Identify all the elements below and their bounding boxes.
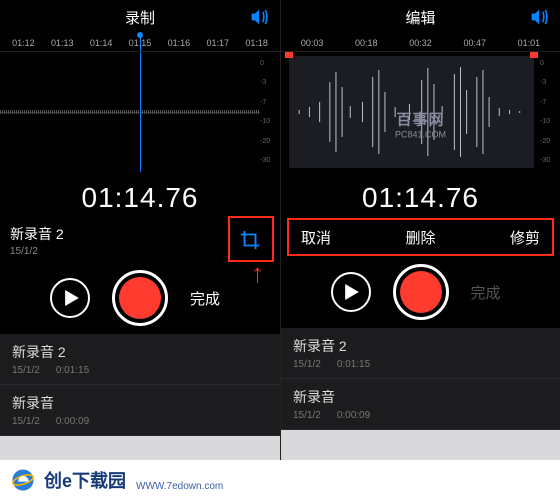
screen-title: 录制 [125,7,155,28]
done-button: 完成 [471,282,511,303]
trim-handle-left[interactable] [285,52,293,58]
waveform-area[interactable]: 百事网 PC841.COM 0 -3 -7 -10 -20 -30 [281,52,560,172]
done-button[interactable]: 完成 [190,288,230,309]
screen-title: 编辑 [405,7,435,28]
waveform-area[interactable]: 0 -3 -7 -10 -20 -30 [0,52,280,172]
timeline-ruler[interactable]: 00:03 00:18 00:32 00:47 01:01 [281,34,560,52]
trim-confirm-button[interactable]: 修剪 [510,227,540,248]
recordings-list: 新录音 2 15/1/20:01:15 新录音 15/1/20:00:09 [0,334,280,460]
record-button[interactable] [393,264,449,320]
record-button[interactable] [112,270,168,326]
trim-handle-right[interactable] [530,52,538,58]
header: 编辑 [281,0,560,34]
speaker-icon[interactable] [250,9,270,25]
list-item[interactable]: 新录音 2 15/1/20:01:15 [281,328,560,379]
speaker-icon[interactable] [530,9,550,25]
transport-controls: 完成 [281,256,560,328]
list-item[interactable]: 新录音 15/1/20:00:09 [0,385,280,436]
waveform-flat [0,110,260,114]
transport-controls: 完成 [0,262,280,334]
elapsed-time: 01:14.76 [281,172,560,218]
play-button[interactable] [331,272,371,312]
current-clip-date: 15/1/2 [10,246,64,257]
tool-row: 新录音 2 15/1/2 ↑ [0,218,280,262]
play-button[interactable] [50,278,90,318]
cancel-button[interactable]: 取消 [301,227,331,248]
elapsed-time: 01:14.76 [0,172,280,218]
waveform [289,62,534,162]
edit-screen: 编辑 00:03 00:18 00:32 00:47 01:01 [280,0,560,460]
current-clip-name: 新录音 2 [10,224,64,244]
db-scale: 0 -3 -7 -10 -20 -30 [260,52,278,172]
timeline-ruler[interactable]: 01:12 01:13 01:14 01:15 01:16 01:17 01:1… [0,34,280,52]
playhead[interactable] [140,52,141,172]
record-screen: 录制 01:12 01:13 01:14 01:15 01:16 01:17 0… [0,0,280,460]
brand-url: WWW.7edown.com [136,481,223,500]
list-item[interactable]: 新录音 2 15/1/20:01:15 [0,334,280,385]
header: 录制 [0,0,280,34]
ie-logo-icon [10,467,36,493]
brand-name: 创e下载园 [44,467,126,493]
list-item[interactable]: 新录音 15/1/20:00:09 [281,379,560,430]
delete-button[interactable]: 删除 [405,227,435,248]
db-scale: 0 -3 -7 -10 -20 -30 [540,52,558,172]
recordings-list: 新录音 2 15/1/20:01:15 新录音 15/1/20:00:09 [281,328,560,460]
callout-highlight [228,216,274,262]
edit-actions: 取消 删除 修剪 [287,218,554,256]
playhead-line [140,34,141,51]
page-watermark: 创e下载园 WWW.7edown.com [0,460,560,500]
